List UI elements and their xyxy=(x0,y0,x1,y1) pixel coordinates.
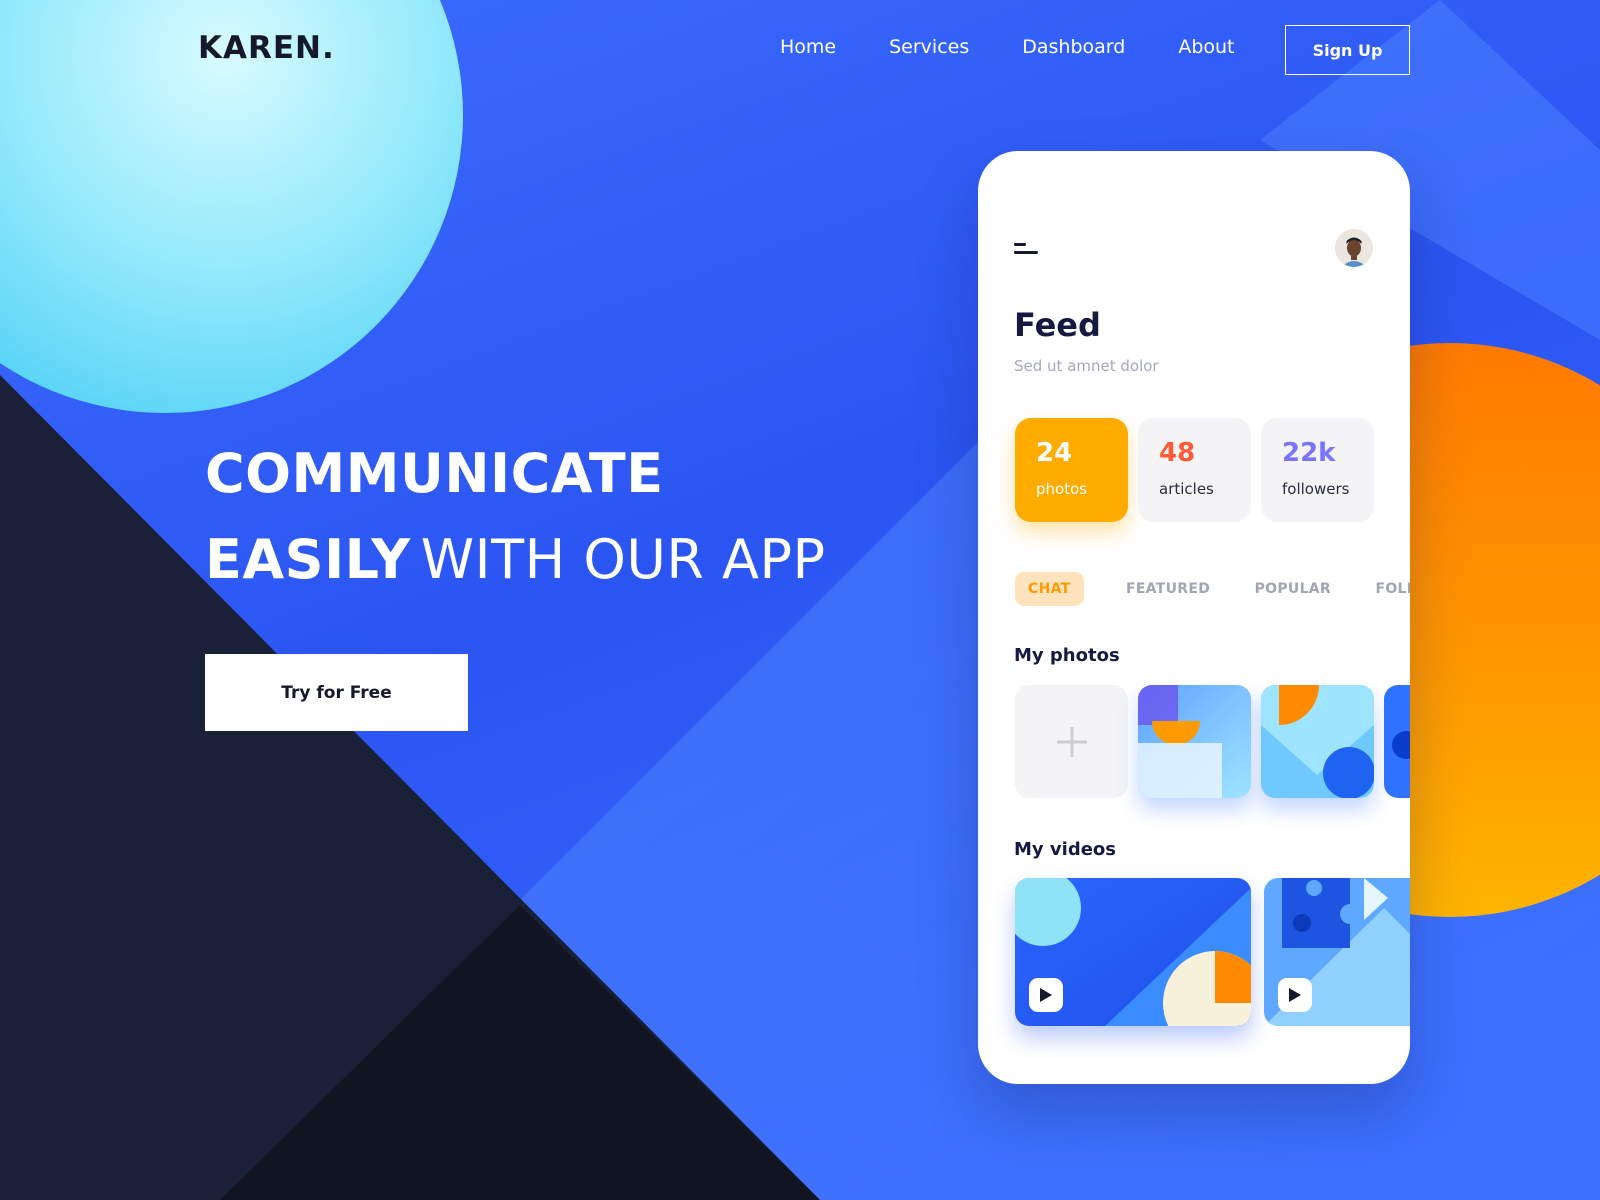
photo-thumbnail[interactable] xyxy=(1138,685,1251,798)
nav-dashboard[interactable]: Dashboard xyxy=(1022,36,1125,58)
stat-label: articles xyxy=(1159,480,1214,498)
photo-thumbnail[interactable] xyxy=(1384,685,1410,798)
stat-label: followers xyxy=(1282,480,1350,498)
stat-label: photos xyxy=(1036,480,1088,498)
nav-services[interactable]: Services xyxy=(889,36,969,58)
nav-about[interactable]: About xyxy=(1178,36,1234,58)
brand-logo[interactable]: KAREN. xyxy=(198,30,335,66)
play-button[interactable] xyxy=(1029,978,1063,1012)
stat-value: 24 xyxy=(1036,438,1073,468)
photo-thumbnail[interactable] xyxy=(1261,685,1374,798)
my-photos-title: My photos xyxy=(1014,645,1120,666)
play-icon xyxy=(1289,988,1301,1002)
video-card[interactable] xyxy=(1015,878,1251,1026)
avatar[interactable] xyxy=(1335,229,1373,267)
feed-tabs: CHAT FEATURED POPULAR FOLLO xyxy=(1015,572,1410,606)
stat-card-photos[interactable]: 24 photos xyxy=(1015,418,1128,522)
tab-popular[interactable]: POPULAR xyxy=(1255,581,1331,597)
stat-value: 22k xyxy=(1282,438,1336,468)
main-nav: Home Services Dashboard About xyxy=(780,36,1288,58)
try-free-button[interactable]: Try for Free xyxy=(205,654,468,731)
stat-value: 48 xyxy=(1159,438,1196,468)
menu-icon[interactable] xyxy=(1014,243,1040,255)
photo-art-icon xyxy=(1384,685,1410,798)
avatar-portrait-icon xyxy=(1335,229,1373,267)
photo-art-icon xyxy=(1138,685,1251,798)
hero-headline-light: WITH OUR APP xyxy=(420,528,826,591)
tab-following[interactable]: FOLLO xyxy=(1375,581,1410,597)
signup-button[interactable]: Sign Up xyxy=(1285,25,1410,75)
play-button[interactable] xyxy=(1278,978,1312,1012)
stat-card-articles[interactable]: 48 articles xyxy=(1138,418,1251,522)
play-icon xyxy=(1040,988,1052,1002)
feed-subtitle: Sed ut amnet dolor xyxy=(1014,357,1159,375)
photo-art-icon xyxy=(1261,685,1374,798)
video-card[interactable] xyxy=(1264,878,1410,1026)
hero-headline-bold: EASILY xyxy=(205,528,411,591)
stat-card-followers[interactable]: 22k followers xyxy=(1261,418,1374,522)
tab-chat[interactable]: CHAT xyxy=(1015,572,1084,606)
hero-headline-line1: COMMUNICATE xyxy=(205,442,664,505)
nav-home[interactable]: Home xyxy=(780,36,836,58)
plus-icon xyxy=(1056,726,1087,757)
hero-headline-line2: EASILY WITH OUR APP xyxy=(205,528,826,591)
feed-title: Feed xyxy=(1014,306,1101,344)
phone-mockup: Feed Sed ut amnet dolor 24 photos 48 art… xyxy=(978,151,1410,1084)
my-videos-title: My videos xyxy=(1014,839,1116,860)
tab-featured[interactable]: FEATURED xyxy=(1126,581,1210,597)
add-photo-button[interactable] xyxy=(1015,685,1128,798)
